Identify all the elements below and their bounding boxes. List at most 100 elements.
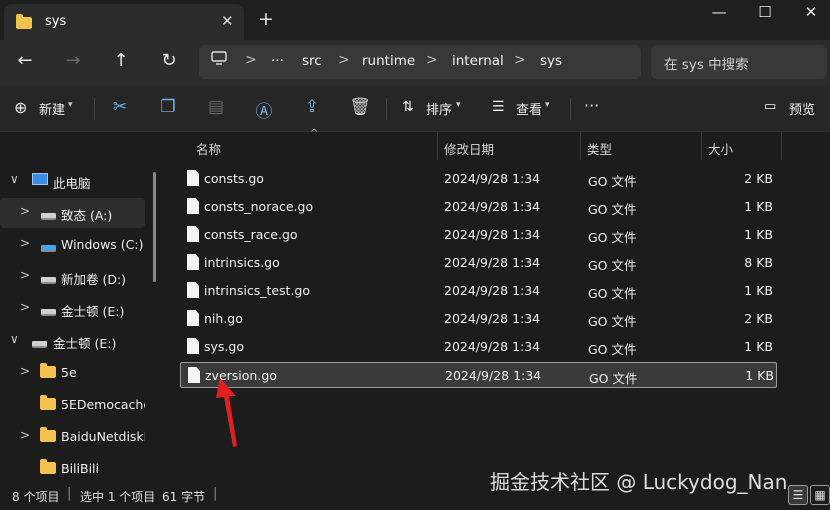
breadcrumb-runtime[interactable]: runtime: [362, 53, 415, 69]
table-row[interactable]: nih.go 2024/9/28 1:34 GO 文件 2 KB: [180, 306, 777, 332]
column-header-size[interactable]: 大小: [708, 139, 733, 158]
breadcrumb-overflow[interactable]: ···: [271, 53, 284, 69]
plus-circle-icon: ⊕: [14, 98, 28, 117]
close-window-button[interactable]: ✕: [796, 3, 826, 21]
breadcrumb-separator: >: [338, 52, 350, 68]
chevron-down-icon: ▾: [456, 100, 461, 110]
sidebar-item-drive-a[interactable]: > 致态 (A:): [0, 198, 145, 228]
breadcrumb-src[interactable]: src: [302, 53, 322, 69]
annotation-arrow-icon: [216, 378, 237, 447]
details-view-icon[interactable]: ☰: [788, 485, 808, 505]
table-row-selected[interactable]: zversion.go 2024/9/28 1:34 GO 文件 1 KB: [180, 362, 777, 388]
chevron-right-icon[interactable]: >: [20, 236, 30, 250]
view-button[interactable]: 查看: [516, 99, 542, 118]
status-separator: |: [213, 486, 218, 501]
tab-title: sys: [45, 14, 67, 29]
column-header-name[interactable]: 名称: [196, 139, 221, 158]
column-divider[interactable]: [781, 132, 782, 160]
file-icon: [187, 254, 199, 270]
file-type: GO 文件: [588, 230, 637, 245]
column-divider[interactable]: [701, 132, 702, 160]
back-button[interactable]: ←: [14, 50, 36, 71]
search-box[interactable]: 在 sys 中搜索: [651, 45, 827, 79]
file-date: 2024/9/28 1:34: [444, 283, 541, 298]
computer-icon[interactable]: [211, 51, 227, 69]
tiles-view-icon[interactable]: ▦: [810, 485, 830, 505]
file-size: 1 KB: [745, 368, 774, 383]
tab-close-button[interactable]: ✕: [221, 12, 234, 30]
file-name: intrinsics_test.go: [204, 283, 311, 298]
file-date: 2024/9/28 1:34: [444, 227, 541, 242]
table-row[interactable]: intrinsics.go 2024/9/28 1:34 GO 文件 8 KB: [180, 250, 777, 276]
copy-icon[interactable]: ❐: [157, 97, 179, 117]
breadcrumb-sys[interactable]: sys: [540, 53, 562, 69]
folder-icon: [40, 395, 56, 411]
breadcrumb-separator: >: [514, 52, 526, 68]
chevron-right-icon[interactable]: >: [20, 428, 30, 442]
sidebar-item-this-pc[interactable]: ∨ 此电脑: [0, 166, 145, 196]
column-header-date[interactable]: 修改日期: [444, 139, 494, 158]
sidebar-item-label: 5EDemocache: [61, 397, 145, 412]
chevron-down-icon[interactable]: ∨: [10, 172, 19, 186]
new-button[interactable]: 新建: [39, 99, 65, 118]
search-placeholder: 在 sys 中搜索: [664, 57, 749, 73]
file-date: 2024/9/28 1:34: [444, 255, 541, 270]
chevron-down-icon: ▾: [68, 100, 73, 110]
address-bar[interactable]: > ··· src > runtime > internal > sys: [199, 45, 641, 79]
file-name: sys.go: [204, 339, 244, 354]
sidebar-item-label: 致态 (A:): [61, 208, 113, 223]
sidebar-item-5edemocache[interactable]: 5EDemocache: [0, 390, 145, 420]
toolbar-divider: [570, 98, 571, 120]
preview-button[interactable]: 预览: [789, 99, 815, 118]
folder-icon: [40, 363, 56, 379]
sidebar-item-drive-e-root[interactable]: ∨ 金士顿 (E:): [0, 326, 145, 356]
chevron-right-icon[interactable]: >: [20, 300, 30, 314]
breadcrumb-internal[interactable]: internal: [452, 53, 504, 69]
forward-button[interactable]: →: [62, 50, 84, 71]
file-icon: [187, 282, 199, 298]
sidebar-item-drive-c[interactable]: > Windows (C:): [0, 230, 145, 260]
delete-icon[interactable]: 🗑: [349, 97, 371, 117]
up-button[interactable]: ↑: [110, 50, 132, 71]
rename-icon[interactable]: Ⓐ: [253, 97, 275, 122]
paste-icon[interactable]: ▤: [205, 97, 227, 117]
chevron-right-icon[interactable]: >: [20, 364, 30, 378]
file-date: 2024/9/28 1:34: [444, 311, 541, 326]
minimize-button[interactable]: —: [704, 3, 734, 21]
tab-sys[interactable]: sys ✕: [4, 4, 244, 40]
maximize-button[interactable]: ☐: [750, 3, 780, 21]
sidebar-item-label: 新加卷 (D:): [61, 272, 127, 287]
navigation-bar: ← → ↑ ↻ > ··· src > runtime > internal >…: [0, 40, 830, 86]
table-row[interactable]: consts_norace.go 2024/9/28 1:34 GO 文件 1 …: [180, 194, 777, 220]
sidebar-scrollbar[interactable]: [153, 172, 156, 282]
table-row[interactable]: intrinsics_test.go 2024/9/28 1:34 GO 文件 …: [180, 278, 777, 304]
table-row[interactable]: consts_race.go 2024/9/28 1:34 GO 文件 1 KB: [180, 222, 777, 248]
sidebar-item-drive-e[interactable]: > 金士顿 (E:): [0, 294, 145, 324]
table-row[interactable]: sys.go 2024/9/28 1:34 GO 文件 1 KB: [180, 334, 777, 360]
cut-icon[interactable]: ✂: [109, 97, 131, 117]
file-icon: [187, 338, 199, 354]
sort-button[interactable]: 排序: [426, 99, 452, 118]
more-options-button[interactable]: ···: [584, 96, 599, 115]
folder-icon: [40, 427, 56, 443]
sidebar-item-baidunetdisk[interactable]: > BaiduNetdiskD: [0, 422, 145, 452]
column-divider[interactable]: [580, 132, 581, 160]
new-tab-button[interactable]: +: [258, 8, 274, 30]
sidebar-item-label: 此电脑: [53, 176, 91, 191]
table-row[interactable]: consts.go 2024/9/28 1:34 GO 文件 2 KB: [180, 166, 777, 192]
sort-icon: ⇅: [402, 99, 414, 115]
chevron-right-icon[interactable]: >: [20, 204, 30, 218]
file-name: consts_race.go: [204, 227, 298, 242]
file-name: intrinsics.go: [204, 255, 280, 270]
column-header-type[interactable]: 类型: [587, 139, 612, 158]
column-divider[interactable]: [437, 132, 438, 160]
sidebar-item-drive-d[interactable]: > 新加卷 (D:): [0, 262, 145, 292]
chevron-down-icon[interactable]: ∨: [10, 332, 19, 346]
sidebar-item-5e[interactable]: > 5e: [0, 358, 145, 388]
file-size: 2 KB: [744, 311, 773, 326]
chevron-right-icon[interactable]: >: [20, 268, 30, 282]
refresh-button[interactable]: ↻: [158, 50, 180, 71]
share-icon[interactable]: ⇪: [301, 97, 323, 117]
file-type: GO 文件: [588, 258, 637, 273]
file-size: 1 KB: [744, 339, 773, 354]
